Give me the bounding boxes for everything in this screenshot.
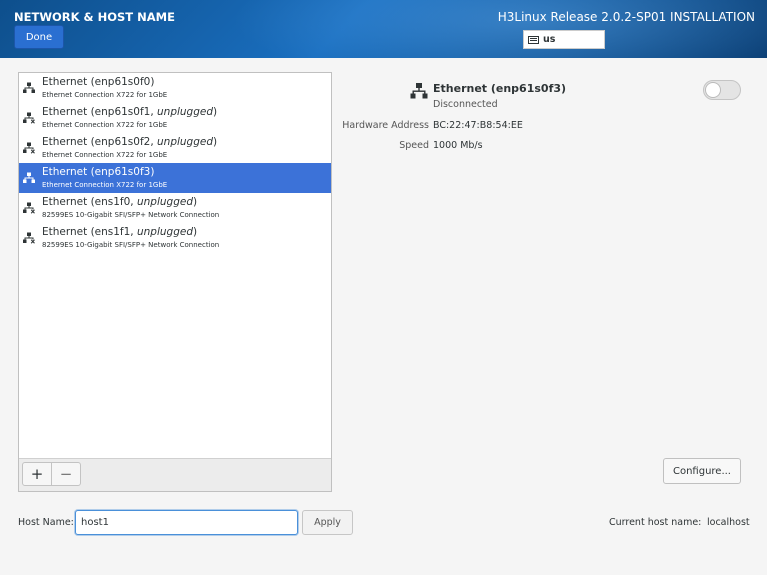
device-name-close: ) [193,226,198,238]
host-name-input[interactable] [75,510,298,535]
device-name: Ethernet (enp61s0f3) [42,166,154,178]
keyboard-icon [528,35,539,44]
header-bar: NETWORK & HOST NAME Done H3Linux Release… [0,0,767,58]
wired-network-unplugged-icon [23,112,35,124]
current-host-name-label: Current host name: [609,517,702,528]
remove-device-button[interactable]: − [51,462,81,486]
product-title: H3Linux Release 2.0.2-SP01 INSTALLATION [497,10,755,24]
device-list-toolbar: + − [19,458,331,491]
device-list-item[interactable]: Ethernet (ens1f0, unplugged) 82599ES 10-G… [19,193,331,223]
device-name-close: ) [193,196,198,208]
wired-network-unplugged-icon [23,232,35,244]
device-name: Ethernet (enp61s0f1, unplugged) [42,106,217,118]
done-button[interactable]: Done [14,25,64,49]
current-host-name-value: localhost [707,517,750,528]
device-name-text: Ethernet (enp61s0f1, [42,106,158,118]
keyboard-layout-indicator[interactable]: us [523,30,605,49]
device-description: 82599ES 10-Gigabit SFI/SFP+ Network Conn… [42,241,220,249]
network-device-list[interactable]: Ethernet (enp61s0f0) Ethernet Connection … [18,72,332,492]
device-name-text: Ethernet (enp61s0f3) [42,166,155,178]
device-name-text: Ethernet (enp61s0f2, [42,136,158,148]
device-list-item[interactable]: Ethernet (enp61s0f1, unplugged) Ethernet … [19,103,331,133]
device-description: Ethernet Connection X722 for 1GbE [42,151,168,159]
device-list-item[interactable]: Ethernet (enp61s0f3) Ethernet Connection … [19,163,331,193]
device-name: Ethernet (ens1f0, unplugged) [42,196,197,208]
device-state: unplugged [157,106,214,118]
device-description: Ethernet Connection X722 for 1GbE [42,181,168,189]
device-name-text: Ethernet (ens1f0, [42,196,137,208]
device-list-item[interactable]: Ethernet (enp61s0f0) Ethernet Connection … [19,73,331,103]
device-name: Ethernet (ens1f1, unplugged) [42,226,197,238]
device-name: Ethernet (enp61s0f0) [42,76,154,88]
speed-value: 1000 Mb/s [433,140,483,151]
configure-button[interactable]: Configure... [663,458,741,484]
device-detail-status: Disconnected [433,99,498,110]
wired-network-unplugged-icon [23,142,35,154]
device-state: unplugged [136,196,193,208]
device-name-close: ) [213,106,218,118]
device-description: Ethernet Connection X722 for 1GbE [42,91,168,99]
wired-network-unplugged-icon [23,202,35,214]
speed-label: Speed [399,140,429,151]
device-list-item[interactable]: Ethernet (ens1f1, unplugged) 82599ES 10-G… [19,223,331,253]
wired-network-icon [23,82,35,93]
keyboard-layout-label: us [543,34,556,45]
hardware-address-value: BC:22:47:B8:54:EE [433,120,523,131]
device-name: Ethernet (enp61s0f2, unplugged) [42,136,217,148]
hardware-address-label: Hardware Address [342,120,429,131]
device-name-close: ) [213,136,218,148]
device-detail-name: Ethernet (enp61s0f3) [433,82,567,95]
device-description: Ethernet Connection X722 for 1GbE [42,121,168,129]
wired-network-icon [410,83,428,99]
page-title: NETWORK & HOST NAME [14,10,175,24]
device-list-item[interactable]: Ethernet (enp61s0f2, unplugged) Ethernet … [19,133,331,163]
wired-network-icon [23,172,35,183]
device-state: unplugged [136,226,193,238]
apply-button[interactable]: Apply [302,510,353,535]
device-name-text: Ethernet (enp61s0f0) [42,76,155,88]
device-state: unplugged [157,136,214,148]
device-description: 82599ES 10-Gigabit SFI/SFP+ Network Conn… [42,211,220,219]
device-enable-toggle[interactable] [703,80,741,100]
toggle-knob [705,82,721,98]
host-name-label: Host Name: [18,517,74,528]
device-name-text: Ethernet (ens1f1, [42,226,137,238]
add-device-button[interactable]: + [22,462,52,486]
